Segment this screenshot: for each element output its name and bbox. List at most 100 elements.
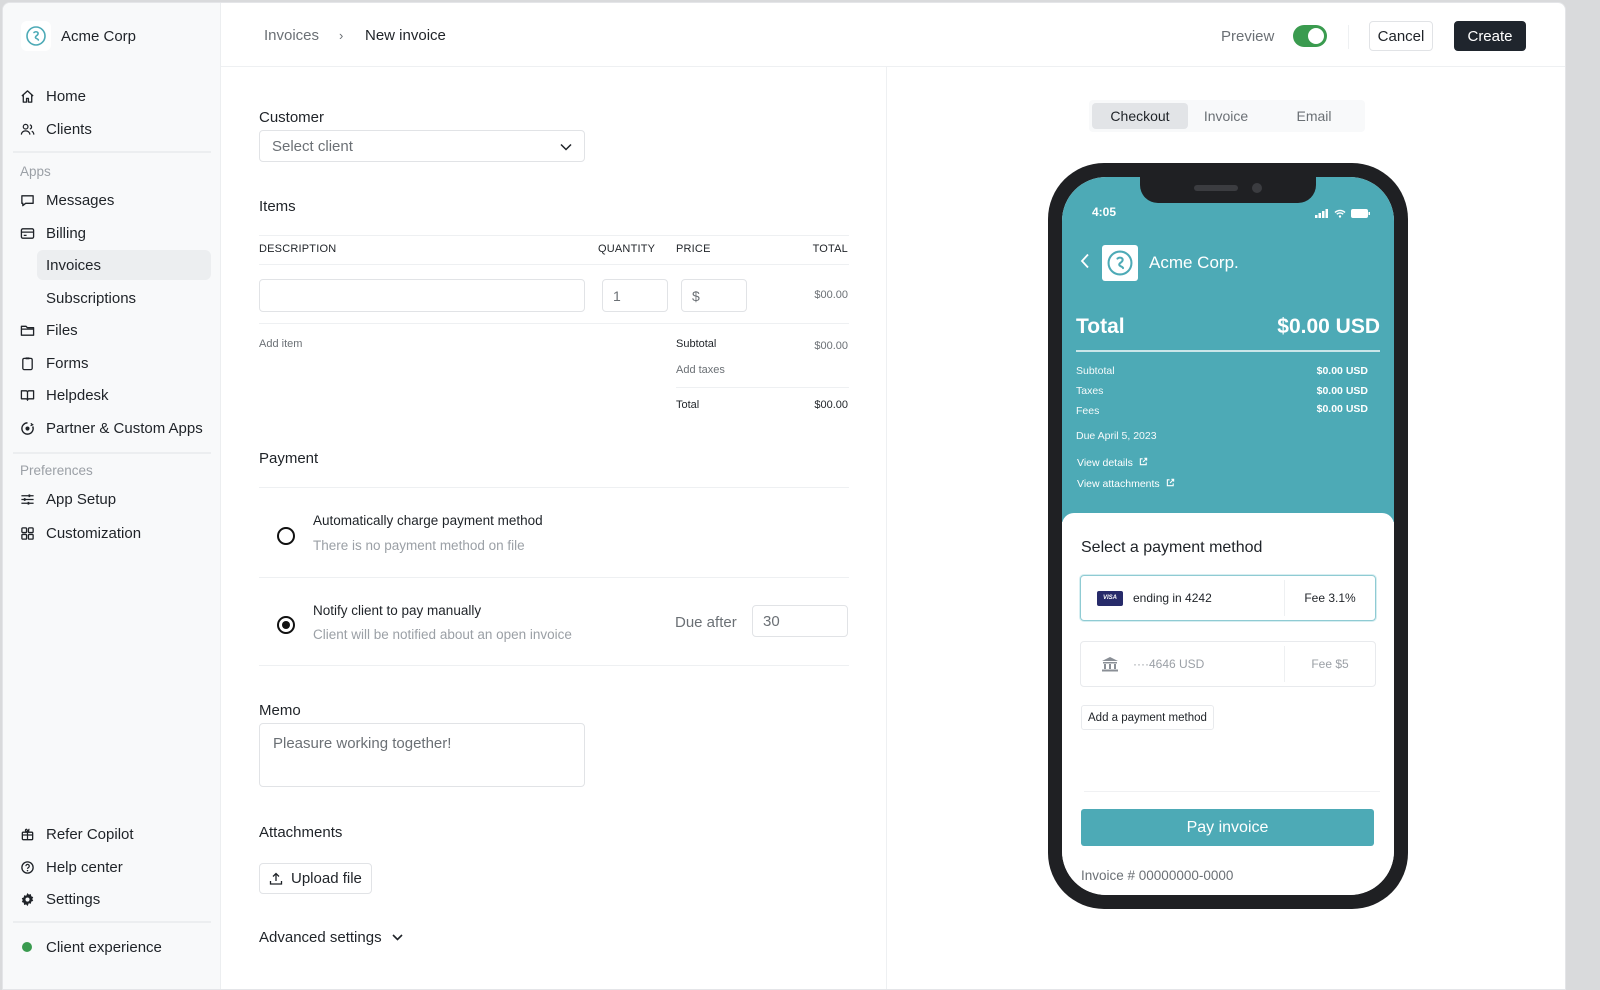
breakdown-label: Subtotal (1076, 365, 1115, 377)
sidebar-item-label: Forms (46, 354, 89, 372)
sidebar-item-label: Client experience (46, 938, 162, 956)
divider (13, 452, 211, 454)
option-subtitle: There is no payment method on file (313, 538, 525, 553)
breadcrumb-current: New invoice (365, 27, 446, 44)
customer-label: Customer (259, 109, 325, 126)
column-header-total: TOTAL (812, 243, 848, 255)
total-label: Total (676, 399, 700, 411)
item-price-input[interactable]: $ (681, 279, 747, 312)
payment-method-fee: Fee $5 (1311, 657, 1349, 671)
sidebar-item-label: Files (46, 321, 78, 339)
cancel-button[interactable]: Cancel (1369, 21, 1433, 51)
sliders-icon (19, 491, 35, 507)
divider (259, 577, 849, 578)
radio-notify-manually[interactable] (277, 616, 295, 634)
advanced-settings-label: Advanced settings (259, 929, 382, 946)
payment-method-bank[interactable]: ····4646 USD Fee $5 (1080, 641, 1376, 687)
sidebar-item-label: Partner & Custom Apps (46, 419, 203, 437)
item-quantity-input[interactable]: 1 (602, 279, 668, 312)
item-description-input[interactable] (259, 279, 585, 312)
sidebar-item-forms[interactable]: Forms (19, 348, 213, 378)
total-value: $00.00 (814, 399, 848, 411)
divider (259, 235, 849, 236)
payment-sheet: Select a payment method VISA ending in 4… (1062, 513, 1394, 895)
sidebar-item-home[interactable]: Home (19, 81, 213, 111)
credit-card-icon (19, 225, 35, 241)
breakdown-value: $0.00 USD (1316, 403, 1368, 415)
sidebar-item-settings[interactable]: Settings (19, 884, 213, 914)
upload-icon (269, 872, 283, 886)
due-after-input[interactable]: 30 (752, 605, 848, 637)
breadcrumb-separator-icon: › (339, 28, 344, 43)
memo-textarea[interactable]: Pleasure working together! (259, 723, 585, 787)
option-title: Automatically charge payment method (313, 513, 543, 528)
payment-method-visa[interactable]: VISA ending in 4242 Fee 3.1% (1080, 575, 1376, 621)
memo-label: Memo (259, 702, 301, 719)
breadcrumb-invoices[interactable]: Invoices (264, 27, 319, 44)
battery-icon (1351, 205, 1370, 223)
sidebar-item-app-setup[interactable]: App Setup (19, 484, 213, 514)
sidebar-item-help-center[interactable]: Help center (19, 852, 213, 882)
payment-method-fee: Fee 3.1% (1304, 591, 1356, 605)
divider (676, 387, 849, 388)
external-link-icon (1166, 478, 1175, 490)
sidebar-item-label: Helpdesk (46, 386, 109, 404)
radio-auto-charge[interactable] (277, 527, 295, 545)
sidebar-item-customization[interactable]: Customization (19, 518, 213, 548)
sidebar-item-subscriptions[interactable]: Subscriptions (37, 283, 211, 313)
folder-icon (19, 322, 35, 338)
sidebar-item-partner-apps[interactable]: Partner & Custom Apps (19, 413, 213, 443)
view-attachments-link[interactable]: View attachments (1077, 478, 1175, 490)
sidebar-item-label: Invoices (46, 256, 102, 274)
add-item-link[interactable]: Add item (259, 338, 302, 350)
sidebar-item-label: Customization (46, 524, 142, 542)
sidebar-item-client-experience[interactable]: Client experience (19, 932, 213, 962)
grid-icon (19, 525, 35, 541)
add-taxes-link[interactable]: Add taxes (676, 364, 725, 376)
advanced-settings-toggle[interactable]: Advanced settings (259, 929, 403, 946)
sidebar: Acme Corp Home Clients Apps Messages Bil… (3, 3, 221, 989)
preview-toggle[interactable] (1293, 25, 1327, 47)
add-payment-method-button[interactable]: Add a payment method (1081, 705, 1214, 730)
tab-invoice[interactable]: Invoice (1188, 103, 1264, 129)
gift-icon (19, 826, 35, 842)
phone-screen: 4:05 Acme Corp. Total $0.00 USD Subtotal… (1062, 177, 1394, 895)
back-chevron-icon[interactable] (1080, 253, 1090, 274)
sidebar-item-label: Messages (46, 191, 115, 209)
sidebar-item-label: Billing (46, 224, 87, 242)
pay-invoice-button[interactable]: Pay invoice (1081, 809, 1374, 846)
help-circle-icon (19, 859, 35, 875)
upload-file-button[interactable]: Upload file (259, 863, 372, 894)
sidebar-item-files[interactable]: Files (19, 315, 213, 345)
bank-icon (1097, 656, 1123, 672)
phone-total-label: Total (1076, 315, 1125, 338)
invoice-number: Invoice # 00000000-0000 (1081, 868, 1234, 883)
divider (259, 665, 849, 666)
sidebar-item-clients[interactable]: Clients (19, 114, 213, 144)
sidebar-item-helpdesk[interactable]: Helpdesk (19, 380, 213, 410)
sidebar-item-label: Help center (46, 858, 123, 876)
phone-mockup: 4:05 Acme Corp. Total $0.00 USD Subtotal… (1048, 163, 1408, 909)
sidebar-item-invoices[interactable]: Invoices (37, 250, 211, 280)
divider (1076, 350, 1380, 352)
sidebar-item-messages[interactable]: Messages (19, 185, 213, 215)
brand[interactable]: Acme Corp (21, 21, 136, 51)
breakdown-label: Taxes (1076, 385, 1104, 397)
phone-company-name: Acme Corp. (1149, 253, 1239, 272)
external-link-icon (1139, 457, 1148, 469)
subtotal-value: $00.00 (814, 340, 848, 352)
create-button[interactable]: Create (1454, 21, 1526, 51)
divider (1084, 791, 1380, 792)
view-details-link[interactable]: View details (1077, 457, 1148, 469)
sidebar-item-label: Home (46, 87, 87, 105)
customer-select[interactable]: Select client (259, 130, 585, 162)
visa-card-icon: VISA (1097, 590, 1123, 606)
brand-name: Acme Corp (61, 27, 137, 45)
sidebar-item-refer-copilot[interactable]: Refer Copilot (19, 819, 213, 849)
tab-email[interactable]: Email (1269, 103, 1359, 129)
sidebar-item-billing[interactable]: Billing (19, 218, 213, 248)
app-window: Acme Corp Home Clients Apps Messages Bil… (2, 2, 1566, 990)
status-time: 4:05 (1092, 205, 1117, 219)
gear-icon (19, 891, 35, 907)
tab-checkout[interactable]: Checkout (1092, 103, 1188, 129)
